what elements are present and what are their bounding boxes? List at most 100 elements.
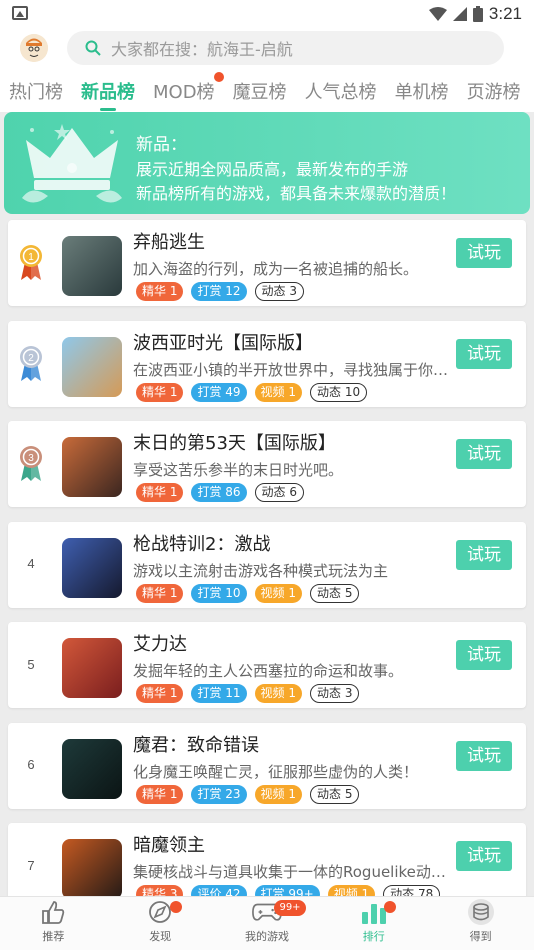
- game-title[interactable]: 魔君：致命错误: [133, 731, 259, 757]
- game-card[interactable]: 2 波西亚时光【国际版】 在波西亚小镇的半开放世界中，寻找独属于你的生活 精华 1 打赏…: [8, 320, 526, 407]
- game-tag[interactable]: 视频 1: [254, 784, 302, 804]
- game-description: 化身魔王唤醒亡灵，征服那些虚伪的人类！: [133, 762, 419, 781]
- game-tag[interactable]: 打赏 11: [191, 684, 247, 703]
- ranking-icon: [359, 898, 389, 926]
- game-tag[interactable]: 动态 5: [310, 784, 360, 804]
- game-tag[interactable]: 精华 1: [136, 583, 184, 603]
- my-games-badge: 99+: [274, 900, 306, 916]
- rank-number: 3: [28, 453, 34, 464]
- image-notification-icon: [12, 6, 28, 20]
- game-tag[interactable]: 视频 1: [254, 684, 302, 703]
- try-play-button[interactable]: 试玩: [456, 740, 512, 771]
- game-tag[interactable]: 动态 6: [254, 483, 304, 502]
- header: 大家都在搜：航海王-启航: [0, 28, 534, 70]
- game-thumbnail[interactable]: [62, 839, 122, 899]
- game-card[interactable]: 1 弃船逃生 加入海盗的行列，成为一名被追捕的船长。 精华 1 打赏 12 动态 3 试玩: [8, 220, 526, 306]
- game-tag[interactable]: 精华 1: [136, 684, 184, 703]
- bottom-nav: 推荐 发现 99+ 我的游戏 排行 得到: [0, 896, 534, 950]
- nav-label: 排行: [362, 930, 385, 943]
- try-play-button[interactable]: 试玩: [456, 238, 512, 268]
- rank-number: 2: [28, 353, 34, 364]
- game-tag[interactable]: 打赏 12: [191, 282, 247, 301]
- game-tag[interactable]: 打赏 10: [191, 583, 247, 603]
- game-card[interactable]: 6 魔君：致命错误 化身魔王唤醒亡灵，征服那些虚伪的人类！ 精华 1 打赏 23 视频 1…: [8, 722, 526, 809]
- nav-recommend[interactable]: 推荐: [0, 897, 107, 950]
- tab-new[interactable]: 新品榜: [72, 78, 144, 111]
- game-description: 发掘年轻的主人公西塞拉的命运和故事。: [133, 662, 404, 680]
- tab-hot[interactable]: 热门榜: [0, 78, 72, 104]
- game-tag[interactable]: 动态 3: [310, 684, 360, 703]
- game-thumbnail[interactable]: [62, 236, 122, 296]
- avatar[interactable]: [20, 34, 48, 62]
- tag-row: 精华 1 打赏 23 视频 1 动态 5: [136, 784, 360, 804]
- game-description: 集硬核战斗与道具收集于一体的Roguelike动作游戏: [133, 863, 449, 881]
- ranking-red-dot: [384, 901, 397, 913]
- search-bar[interactable]: 大家都在搜：航海王-启航: [67, 31, 504, 65]
- game-card[interactable]: 5 艾力达发掘年轻的主人公西塞拉的命运和故事。 精华 1 打赏 11 视频 1 动态 3 试…: [8, 622, 526, 708]
- rank-number: 1: [28, 252, 34, 263]
- tab-web[interactable]: 页游榜: [458, 78, 530, 104]
- game-tag[interactable]: 精华 1: [136, 282, 184, 301]
- battery-icon: [472, 6, 483, 22]
- game-title[interactable]: 弃船逃生: [133, 228, 205, 254]
- game-tag[interactable]: 精华 1: [136, 483, 184, 502]
- try-play-button[interactable]: 试玩: [456, 539, 512, 570]
- game-title[interactable]: 枪战特训2：激战: [133, 530, 270, 556]
- game-thumbnail[interactable]: [62, 437, 122, 497]
- search-placeholder: 大家都在搜：航海王-启航: [111, 40, 293, 59]
- tag-row: 精华 1 打赏 11 视频 1 动态 3: [136, 684, 360, 703]
- nav-discover[interactable]: 发现: [107, 897, 214, 950]
- rank-number: 5: [27, 656, 35, 672]
- tag-row: 精华 1 打赏 12 动态 3: [136, 282, 304, 301]
- nav-label: 推荐: [42, 930, 65, 943]
- tab-single[interactable]: 单机榜: [386, 78, 458, 104]
- signal-icon: [452, 7, 467, 21]
- nav-my-games[interactable]: 99+ 我的游戏: [214, 897, 321, 950]
- game-tag[interactable]: 视频 1: [254, 583, 302, 603]
- game-tag[interactable]: 动态 5: [310, 583, 360, 603]
- new-games-banner: 新品： 展示近期全网品质高，最新发布的手游 新品榜所有的游戏，都具备未来爆款的潜…: [4, 112, 530, 214]
- game-thumbnail[interactable]: [62, 336, 122, 397]
- rank-medal-icon: 2: [14, 339, 48, 387]
- nav-earn[interactable]: 得到: [427, 897, 534, 950]
- discover-red-dot: [169, 901, 182, 913]
- banner-line1: 展示近期全网品质高，最新发布的手游: [136, 160, 409, 179]
- game-thumbnail[interactable]: [62, 537, 122, 598]
- game-tag[interactable]: 动态 10: [310, 382, 368, 402]
- tag-row: 精华 1 打赏 10 视频 1 动态 5: [136, 583, 360, 603]
- nav-ranking[interactable]: 排行: [320, 897, 427, 950]
- game-card[interactable]: 3 末日的第53天【国际版】 享受这苦乐参半的末日时光吧。 精华 1 打赏 86 动态 6…: [8, 421, 526, 507]
- tab-label: 热门榜: [9, 82, 63, 103]
- try-play-button[interactable]: 试玩: [456, 338, 512, 369]
- try-play-button[interactable]: 试玩: [456, 439, 512, 469]
- game-title[interactable]: 艾力达: [133, 630, 187, 656]
- game-title[interactable]: 末日的第53天【国际版】: [133, 429, 336, 455]
- game-thumbnail[interactable]: [62, 738, 122, 799]
- game-title[interactable]: 波西亚时光【国际版】: [133, 329, 313, 355]
- tab-label: 页游榜: [466, 82, 521, 103]
- game-tag[interactable]: 打赏 49: [191, 382, 247, 402]
- try-play-button[interactable]: 试玩: [456, 640, 512, 670]
- tab-mod[interactable]: MOD榜: [144, 72, 224, 104]
- coins-icon: [466, 898, 496, 926]
- nav-label: 我的游戏: [244, 930, 289, 943]
- nav-label: 得到: [469, 930, 492, 943]
- status-time: 3:21: [488, 4, 522, 23]
- game-title[interactable]: 暗魔领主: [133, 831, 205, 857]
- game-thumbnail[interactable]: [62, 638, 122, 698]
- wifi-icon: [428, 7, 447, 21]
- try-play-button[interactable]: 试玩: [456, 841, 512, 871]
- tab-popular[interactable]: 人气总榜: [296, 78, 386, 104]
- game-tag[interactable]: 精华 1: [136, 382, 184, 402]
- game-tag[interactable]: 视频 1: [254, 382, 302, 402]
- nav-label: 发现: [149, 930, 172, 943]
- game-tag[interactable]: 打赏 86: [191, 483, 247, 502]
- game-tag[interactable]: 精华 1: [136, 784, 184, 804]
- game-card[interactable]: 4 枪战特训2：激战 游戏以主流射击游戏各种模式玩法为主 精华 1 打赏 10 视频 1 动…: [8, 521, 526, 608]
- tab-modou[interactable]: 魔豆榜: [224, 78, 296, 104]
- rank-medal-icon: 1: [14, 238, 48, 286]
- banner-line2: 新品榜所有的游戏，都具备未来爆款的潜质！: [136, 184, 457, 203]
- game-tag[interactable]: 动态 3: [254, 282, 304, 301]
- tab-label: 新品榜: [81, 82, 135, 103]
- game-tag[interactable]: 打赏 23: [191, 784, 247, 804]
